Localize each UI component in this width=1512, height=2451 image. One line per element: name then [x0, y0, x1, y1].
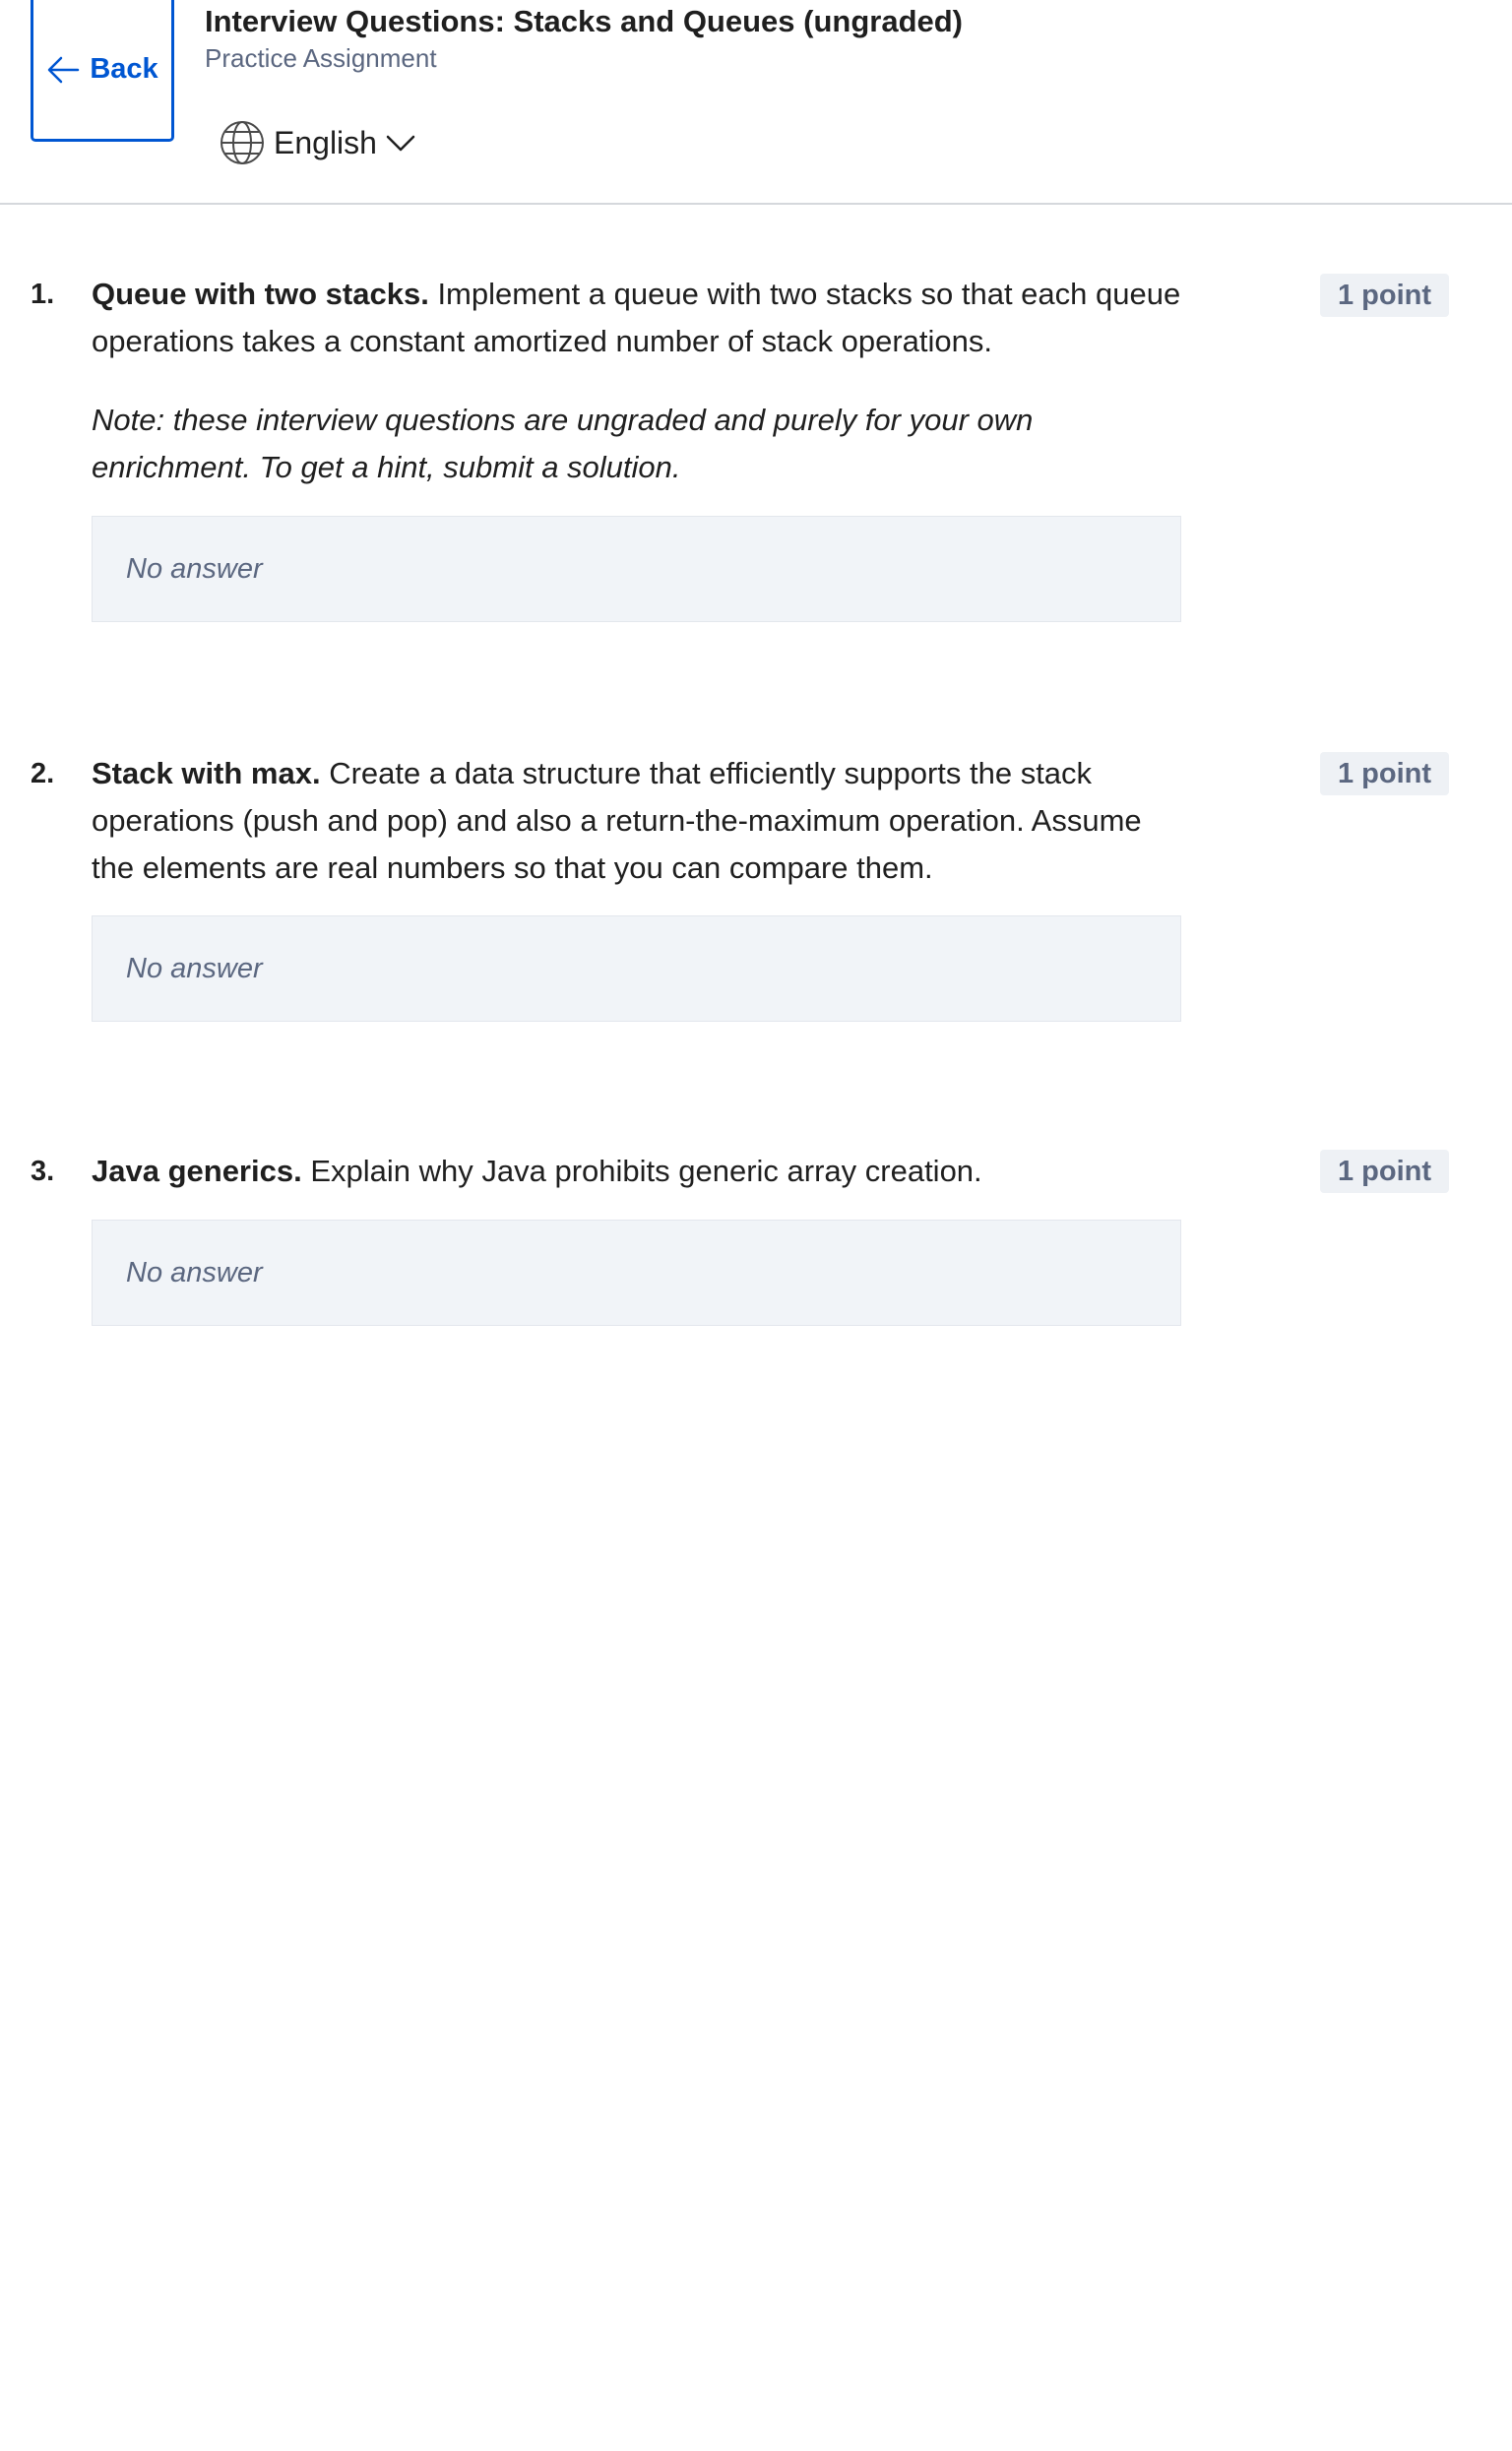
- question-text: Java generics. Explain why Java prohibit…: [92, 1148, 1184, 1195]
- back-button[interactable]: Back: [31, 0, 174, 142]
- page-header: Back Interview Questions: Stacks and Que…: [0, 0, 1512, 205]
- arrow-left-icon: [46, 55, 90, 85]
- points-badge: 1 point: [1320, 1150, 1449, 1193]
- question-title: Stack with max.: [92, 756, 321, 790]
- answer-field[interactable]: No answer: [92, 516, 1181, 622]
- points-badge: 1 point: [1320, 274, 1449, 317]
- question-number: 1.: [31, 279, 55, 310]
- globe-icon: [219, 119, 266, 166]
- question-number: 2.: [31, 758, 55, 789]
- chevron-down-icon: [385, 133, 416, 153]
- question-text: Stack with max. Create a data structure …: [92, 750, 1184, 892]
- question-title: Java generics.: [92, 1154, 302, 1188]
- question-text: Queue with two stacks. Implement a queue…: [92, 271, 1184, 491]
- question-note: Note: these interview questions are ungr…: [92, 403, 1034, 484]
- answer-field[interactable]: No answer: [92, 1220, 1181, 1326]
- question-number: 3.: [31, 1156, 55, 1187]
- page-title: Interview Questions: Stacks and Queues (…: [205, 4, 964, 38]
- answer-field[interactable]: No answer: [92, 915, 1181, 1022]
- page-subtitle: Practice Assignment: [205, 43, 437, 73]
- language-label: English: [274, 124, 377, 160]
- back-label: Back: [90, 53, 158, 85]
- question-title: Queue with two stacks.: [92, 277, 429, 311]
- question-description: Explain why Java prohibits generic array…: [310, 1154, 982, 1188]
- language-selector[interactable]: English: [219, 116, 416, 169]
- points-badge: 1 point: [1320, 752, 1449, 795]
